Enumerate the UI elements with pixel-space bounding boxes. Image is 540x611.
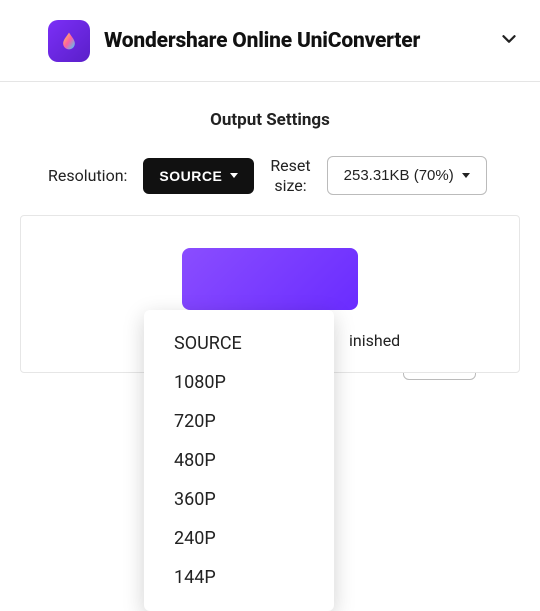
resolution-option[interactable]: 360P bbox=[144, 480, 334, 519]
reset-size-dropdown-button[interactable]: 253.31KB (70%) bbox=[327, 156, 487, 195]
primary-action-button[interactable] bbox=[182, 248, 358, 310]
header-dropdown-toggle[interactable] bbox=[498, 28, 520, 54]
resolution-dropdown-button[interactable]: SOURCE bbox=[143, 158, 254, 194]
resolution-option[interactable]: 720P bbox=[144, 402, 334, 441]
resolution-option[interactable]: 240P bbox=[144, 519, 334, 558]
chevron-down-icon bbox=[498, 28, 520, 50]
main-content: Output Settings Resolution: SOURCE Reset… bbox=[0, 110, 540, 373]
app-header: Wondershare Online UniConverter bbox=[0, 0, 540, 82]
reset-size-value: 253.31KB (70%) bbox=[344, 167, 454, 184]
caret-down-icon bbox=[230, 173, 238, 178]
resolution-option[interactable]: SOURCE bbox=[144, 324, 334, 363]
brand-title: Wondershare Online UniConverter bbox=[104, 29, 420, 53]
resolution-label: Resolution: bbox=[48, 166, 127, 185]
section-title: Output Settings bbox=[0, 110, 540, 130]
app-logo bbox=[48, 20, 90, 62]
settings-row: Resolution: SOURCE Reset size: 253.31KB … bbox=[0, 156, 540, 195]
resolution-option[interactable]: 144P bbox=[144, 558, 334, 597]
logo-drop-icon bbox=[59, 31, 79, 51]
resolution-option[interactable]: 1080P bbox=[144, 363, 334, 402]
status-text-fragment: inished bbox=[349, 331, 400, 350]
resolution-option[interactable]: 480P bbox=[144, 441, 334, 480]
resolution-dropdown-menu: SOURCE 1080P 720P 480P 360P 240P 144P bbox=[144, 310, 334, 611]
resolution-selected: SOURCE bbox=[159, 168, 222, 184]
reset-size-label: Reset size: bbox=[270, 156, 310, 194]
caret-down-icon bbox=[462, 173, 470, 178]
